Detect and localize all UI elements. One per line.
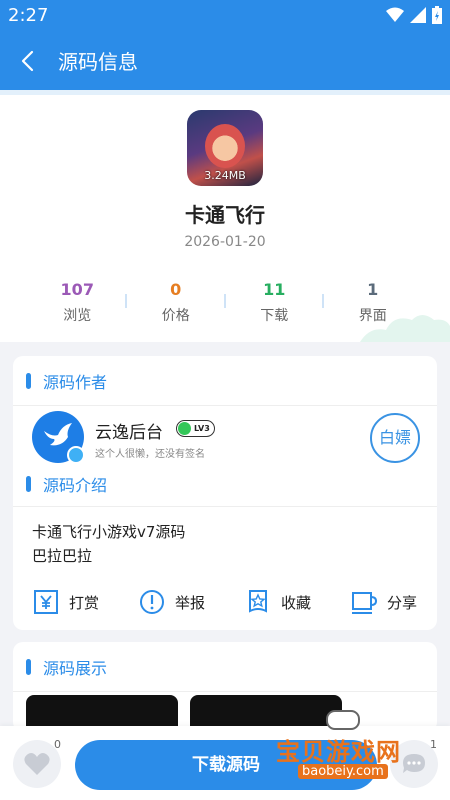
status-icons [386, 6, 442, 24]
stat-price: 0 价格 [127, 280, 226, 330]
source-header: 3.24MB 卡通飞行 2026-01-20 107 浏览 0 价格 11 下载… [0, 90, 450, 342]
watermark-title: 宝贝游戏网 [276, 738, 401, 766]
stat-value: 0 [170, 280, 182, 299]
verified-badge [67, 446, 85, 464]
watermark: 宝贝游戏网 baobeiy.com [276, 710, 416, 782]
comment-count: 1 [430, 738, 437, 751]
bookmark-star-icon [248, 590, 267, 613]
file-size: 3.24MB [204, 169, 246, 182]
yen-icon [33, 590, 58, 614]
smile-icon [178, 422, 191, 435]
stat-value: 107 [60, 280, 94, 299]
follow-button[interactable]: 白嫖 [370, 413, 420, 463]
divider [13, 506, 437, 507]
status-time: 2:27 [8, 5, 49, 26]
section-marker [26, 373, 31, 389]
divider [13, 691, 437, 692]
cup-icon [351, 592, 377, 614]
cloud-decoration [360, 315, 450, 342]
section-marker [26, 659, 31, 675]
divider [13, 405, 437, 406]
author-signature: 这个人很懒，还没有签名 [95, 449, 205, 460]
action-label: 收藏 [280, 593, 311, 612]
source-name: 卡通飞行 [185, 203, 265, 227]
stat-value: 11 [263, 280, 286, 299]
divider [224, 294, 226, 308]
intro-line: 巴拉巴拉 [32, 547, 93, 565]
chevron-left-icon [21, 50, 34, 72]
warning-icon [139, 590, 164, 614]
section-header-showcase: 源码展示 [26, 656, 107, 678]
stat-views: 107 浏览 [28, 280, 127, 330]
section-header-intro: 源码介绍 [26, 473, 107, 495]
gamepad-icon [326, 710, 360, 730]
stat-label: 浏览 [63, 308, 92, 324]
tip-button[interactable]: 打赏 [13, 584, 119, 620]
divider [125, 294, 127, 308]
app-icon-character [205, 124, 245, 168]
watermark-url: baobeiy.com [298, 764, 388, 779]
favorite-button[interactable]: 收藏 [225, 584, 331, 620]
author-name[interactable]: 云逸后台 [95, 418, 163, 443]
action-row: 打赏 举报 收藏 分享 [13, 584, 437, 620]
report-button[interactable]: 举报 [119, 584, 225, 620]
author-intro-card: 源码作者 云逸后台 LV3 这个人很懒，还没有签名 白嫖 源码介绍 卡通飞行小游… [13, 356, 437, 630]
level-label: LV3 [194, 424, 210, 433]
action-label: 分享 [386, 593, 417, 612]
status-bar: 2:27 [0, 0, 450, 32]
action-label: 举报 [174, 593, 205, 612]
section-header-author: 源码作者 [26, 370, 107, 392]
stat-label: 下载 [260, 308, 289, 324]
signal-icon [410, 7, 426, 23]
battery-icon [432, 6, 442, 24]
app-icon: 3.24MB [187, 110, 263, 186]
share-button[interactable]: 分享 [331, 584, 437, 620]
avatar[interactable] [32, 411, 85, 464]
like-count: 0 [54, 738, 61, 751]
wifi-icon [386, 7, 404, 22]
app-bar: 源码信息 [0, 32, 450, 90]
stat-label: 价格 [161, 308, 190, 324]
stat-value: 1 [367, 280, 379, 299]
source-date: 2026-01-20 [184, 234, 266, 250]
divider [322, 294, 324, 308]
back-button[interactable] [14, 46, 44, 76]
intro-line: 卡通飞行小游戏v7源码 [32, 523, 186, 541]
intro-text: 卡通飞行小游戏v7源码 巴拉巴拉 [32, 520, 185, 568]
level-badge: LV3 [176, 420, 215, 437]
stat-downloads: 11 下载 [225, 280, 324, 330]
heart-icon [24, 753, 50, 775]
section-title: 源码作者 [43, 373, 108, 392]
section-title: 源码介绍 [43, 476, 108, 495]
section-marker [26, 476, 31, 492]
page-title: 源码信息 [58, 50, 138, 74]
section-title: 源码展示 [43, 659, 108, 678]
action-label: 打赏 [68, 593, 99, 612]
